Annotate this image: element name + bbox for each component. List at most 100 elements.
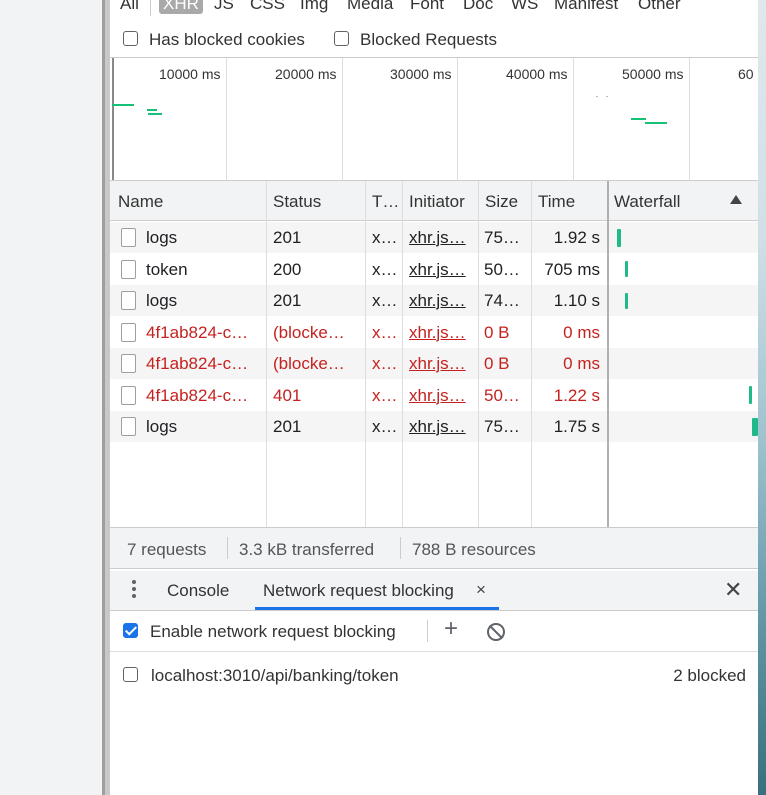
cell-name: 4f1ab824-c… [146,385,249,405]
column-header-initiator[interactable]: Initiator [409,192,465,212]
request-table: Name Status T… Initiator Size Time Water… [110,181,758,527]
summary-divider [400,537,401,559]
overview-gridline [226,58,227,180]
filter-media[interactable]: Media [347,0,393,14]
cell-type: x… [372,259,398,279]
tab-console[interactable]: Console [167,581,229,601]
column-header-type[interactable]: T… [372,192,399,212]
more-tools-kebab-icon[interactable] [132,580,136,602]
cell-name: 4f1ab824-c… [146,354,249,373]
column-header-name[interactable]: Name [118,192,163,212]
add-pattern-plus-icon[interactable]: + [444,617,458,641]
background-right-edge [758,0,766,795]
filter-js[interactable]: JS [214,0,234,14]
pattern-checkbox[interactable] [123,667,138,682]
cell-time: 0 ms [563,322,600,342]
cell-size: 74… [484,291,520,310]
table-row[interactable]: logs 201 x… xhr.js… 75… 1.75 s [110,411,758,442]
cell-status: (blocke… [273,322,345,342]
column-header-time[interactable]: Time [538,192,575,212]
cell-name: 4f1ab824-c… [146,322,249,342]
filter-doc[interactable]: Doc [463,0,493,14]
overview-request-bar [645,122,667,124]
cell-size: 0 B [484,354,510,373]
cell-time: 1.75 s [553,417,600,436]
cell-size: 0 B [484,322,510,342]
tab-network-request-blocking[interactable]: Network request blocking [263,581,454,601]
column-header-size[interactable]: Size [485,192,518,212]
column-divider[interactable] [531,181,532,527]
network-panel: All XHR JS CSS Img Media Font Doc WS Man… [110,0,758,795]
cell-initiator[interactable]: xhr.js… [409,323,466,343]
filter-other[interactable]: Other [638,0,681,14]
cell-initiator[interactable]: xhr.js… [409,291,466,311]
blocked-requests-checkbox[interactable] [334,31,349,46]
cell-initiator[interactable]: xhr.js… [409,354,466,374]
cell-time: 705 ms [544,259,600,279]
overview-gridline [573,58,574,180]
column-divider[interactable] [365,181,366,527]
enable-blocking-label[interactable]: Enable network request blocking [150,622,396,642]
table-row[interactable]: logs 201 x… xhr.js… 74… 1.10 s [110,285,758,316]
overview-tick-label: 20000 ms [275,66,337,82]
column-header-waterfall[interactable]: Waterfall [614,192,680,212]
overview-tick-label: 30000 ms [390,66,452,82]
overview-gridline [342,58,343,180]
file-icon [121,228,136,247]
close-drawer-icon[interactable]: ✕ [724,577,742,603]
cell-type: x… [372,385,398,405]
blocked-requests-label[interactable]: Blocked Requests [360,30,497,50]
table-row[interactable]: 4f1ab824-c… (blocke… x… xhr.js… 0 B 0 ms [110,317,758,348]
filter-all[interactable]: All [120,0,139,14]
table-row[interactable]: logs 201 x… xhr.js… 75… 1.92 s [110,222,758,253]
cell-status: (blocke… [273,354,345,373]
cell-size: 50… [484,259,520,279]
overview-blocked-mark [596,96,598,97]
cell-type: x… [372,291,398,310]
cell-status: 201 [273,417,302,436]
filter-css[interactable]: CSS [250,0,285,14]
cell-size: 50… [484,385,520,405]
column-divider[interactable] [402,181,403,527]
file-icon [121,291,136,310]
column-divider[interactable] [266,181,267,527]
table-row[interactable]: token 200 x… xhr.js… 50… 705 ms [110,254,758,285]
table-row[interactable]: 4f1ab824-c… 401 x… xhr.js… 50… 1.22 s [110,380,758,411]
blocked-filters-row: Has blocked cookies Blocked Requests [110,24,758,54]
column-divider[interactable] [478,181,479,527]
waterfall-bar [752,417,758,436]
cell-time: 1.92 s [553,228,600,247]
cell-initiator[interactable]: xhr.js… [409,417,466,437]
cell-size: 75… [484,228,520,247]
overview-tick-label: 50000 ms [622,66,684,82]
filter-ws[interactable]: WS [511,0,538,14]
overview-left-handle[interactable] [112,58,114,180]
cell-name: token [146,259,188,279]
enable-blocking-checkbox[interactable] [123,623,138,638]
cell-initiator[interactable]: xhr.js… [409,386,466,406]
close-tab-icon[interactable]: × [476,580,486,600]
cell-initiator[interactable]: xhr.js… [409,228,466,248]
sort-ascending-icon[interactable] [730,195,742,204]
filter-manifest[interactable]: Manifest [554,0,618,14]
has-blocked-cookies-checkbox[interactable] [123,31,138,46]
resource-type-filter-bar: All XHR JS CSS Img Media Font Doc WS Man… [110,0,758,20]
network-overview-timeline[interactable]: 10000 ms 20000 ms 30000 ms 40000 ms 5000… [110,57,758,181]
devtools-dock-resizer[interactable] [102,0,110,795]
cell-status: 401 [273,385,302,405]
pattern-blocked-count: 2 blocked [673,666,746,685]
has-blocked-cookies-label[interactable]: Has blocked cookies [149,30,305,50]
file-icon [121,417,136,436]
column-header-status[interactable]: Status [273,192,321,212]
blocking-pattern-row[interactable]: localhost:3010/api/banking/token 2 block… [110,657,758,693]
file-icon [121,259,136,279]
column-divider[interactable] [607,181,609,527]
remove-all-patterns-block-icon[interactable] [487,623,505,641]
filter-xhr[interactable]: XHR [159,0,203,14]
overview-tick-label: 10000 ms [159,66,221,82]
filter-img[interactable]: Img [300,0,328,14]
request-table-header: Name Status T… Initiator Size Time Water… [110,181,758,221]
table-row[interactable]: 4f1ab824-c… (blocke… x… xhr.js… 0 B 0 ms [110,348,758,379]
filter-font[interactable]: Font [410,0,444,14]
cell-initiator[interactable]: xhr.js… [409,260,466,280]
